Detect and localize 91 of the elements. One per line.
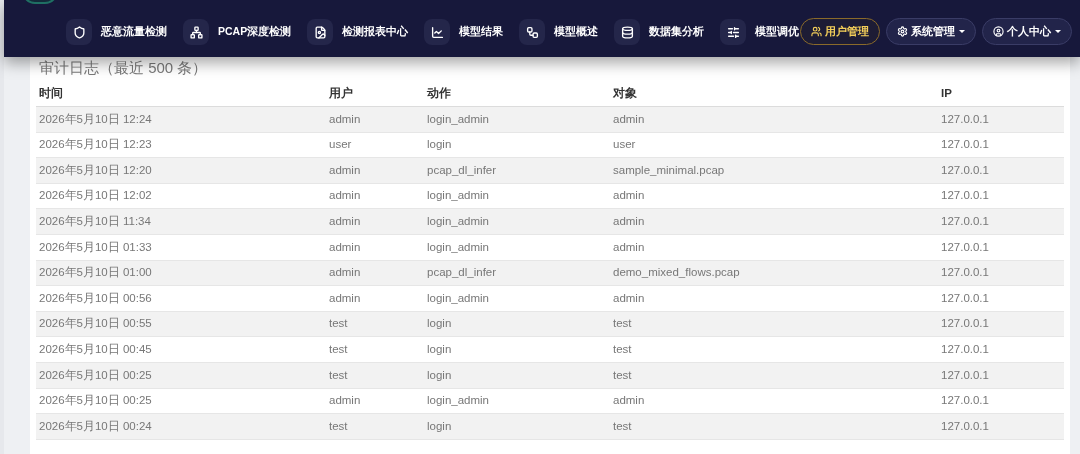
column-header: IP (940, 85, 953, 101)
table-cell-text: admin (328, 290, 362, 306)
table-cell-text: admin (328, 393, 362, 409)
table-cell-text: admin (612, 214, 646, 230)
table-cell-text: login (426, 316, 453, 332)
table-cell-text: 2026年5月10日 12:20 (38, 162, 153, 178)
table-cell-text: admin (328, 239, 362, 255)
nav-item[interactable]: 恶意流量检测 (66, 19, 167, 45)
nav-item[interactable]: 模型概述 (519, 19, 599, 45)
workflow-icon (525, 25, 539, 39)
users-icon (811, 26, 822, 37)
table-cell-text: 127.0.0.1 (940, 162, 990, 178)
table-cell-text: 2026年5月10日 01:00 (38, 265, 153, 281)
table-cell-text: demo_mixed_flows.pcap (612, 265, 741, 281)
table-cell-text: admin (612, 393, 646, 409)
column-header: 对象 (612, 85, 638, 101)
line-chart-icon (430, 25, 444, 39)
table-cell-text: admin (612, 239, 646, 255)
nav-menu-button[interactable]: 用户管理 (800, 18, 880, 45)
table-cell-text: 2026年5月10日 00:25 (38, 393, 153, 409)
table-cell-text: login (426, 367, 453, 383)
table-cell-text: 127.0.0.1 (940, 367, 990, 383)
nav-item[interactable]: 数据集分析 (614, 19, 705, 45)
table-cell-text: login (426, 418, 453, 434)
table-cell-text: sample_minimal.pcap (612, 162, 726, 178)
table-cell-text: admin (328, 111, 362, 127)
table-cell-text: login_admin (426, 290, 490, 306)
table-cell-text: pcap_dl_infer (426, 162, 498, 178)
sliders-icon (726, 25, 740, 39)
table-cell-text: 2026年5月10日 00:25 (38, 367, 153, 383)
database-icon (620, 25, 634, 39)
table-cell-text: login_admin (426, 111, 490, 127)
table-cell-text: 2026年5月10日 00:24 (38, 418, 153, 434)
table-cell-text: test (328, 367, 349, 383)
table-cell-text: admin (612, 188, 646, 204)
table-cell-text: 2026年5月10日 00:45 (38, 342, 153, 357)
table-cell-text: login_admin (426, 188, 490, 204)
table-cell-text: login (426, 137, 453, 153)
table-cell-text: 127.0.0.1 (940, 290, 990, 306)
table-cell-text: 127.0.0.1 (940, 393, 990, 409)
table-cell-text: 2026年5月10日 11:34 (38, 214, 152, 230)
settings-icon (897, 26, 908, 37)
table-cell-text: 127.0.0.1 (940, 342, 990, 357)
table-cell-text: login_admin (426, 393, 490, 409)
table-cell-text: test (328, 342, 349, 357)
table-cell-text: 127.0.0.1 (940, 418, 990, 434)
nav-menu-button[interactable]: 系统管理 (886, 18, 976, 45)
table-cell-text: login_admin (426, 214, 490, 230)
table-cell-text: user (328, 137, 353, 153)
nav-item[interactable]: 模型结果 (424, 19, 504, 45)
table-cell-text: test (612, 418, 633, 434)
table-cell-text: 127.0.0.1 (940, 137, 990, 153)
table-cell-text: 127.0.0.1 (940, 316, 990, 332)
network-icon (189, 25, 203, 39)
file-icon (313, 25, 327, 39)
table-cell-text: 2026年5月10日 00:56 (38, 290, 153, 306)
table-cell-text: 127.0.0.1 (940, 188, 990, 204)
table-cell-text: admin (328, 214, 362, 230)
table-cell-text: 2026年5月10日 01:33 (38, 239, 153, 255)
nav-item[interactable]: PCAP深度检测 (183, 19, 292, 45)
table-cell-text: test (328, 418, 349, 434)
column-header: 时间 (38, 85, 64, 101)
shield-icon (72, 25, 86, 39)
table-cell-text: test (612, 342, 633, 357)
table-cell-text: 2026年5月10日 12:23 (38, 137, 153, 153)
table-cell-text: admin (612, 111, 646, 127)
table-cell-text: admin (328, 188, 362, 204)
user-icon (993, 26, 1004, 37)
page-heading: 审计日志（最近 500 条） (38, 59, 209, 77)
table-cell-text: admin (328, 265, 362, 281)
nav-item[interactable]: 检测报表中心 (307, 19, 409, 45)
table-cell-text: admin (328, 162, 362, 178)
table-cell-text: admin (612, 290, 646, 306)
nav-item[interactable]: 模型调优 (720, 19, 800, 45)
table-cell-text: 127.0.0.1 (940, 239, 990, 255)
table-cell-text: 127.0.0.1 (940, 111, 990, 127)
table-cell-text: 127.0.0.1 (940, 214, 990, 230)
table-cell-text: login_admin (426, 239, 490, 255)
table-cell-text: test (612, 316, 633, 332)
column-header: 用户 (328, 85, 354, 101)
table-cell-text: 2026年5月10日 12:02 (38, 188, 153, 204)
table-cell-text: 2026年5月10日 12:24 (38, 111, 153, 127)
column-header: 动作 (426, 85, 452, 101)
table-cell-text: user (612, 137, 637, 153)
table-cell-text: 127.0.0.1 (940, 265, 990, 281)
table-cell-text: 2026年5月10日 00:55 (38, 316, 153, 332)
table-cell-text: pcap_dl_infer (426, 265, 498, 281)
table-cell-text: test (328, 316, 349, 332)
nav-menu-button[interactable]: 个人中心 (982, 18, 1072, 45)
table-cell-text: login (426, 342, 453, 357)
table-cell-text: test (612, 367, 633, 383)
